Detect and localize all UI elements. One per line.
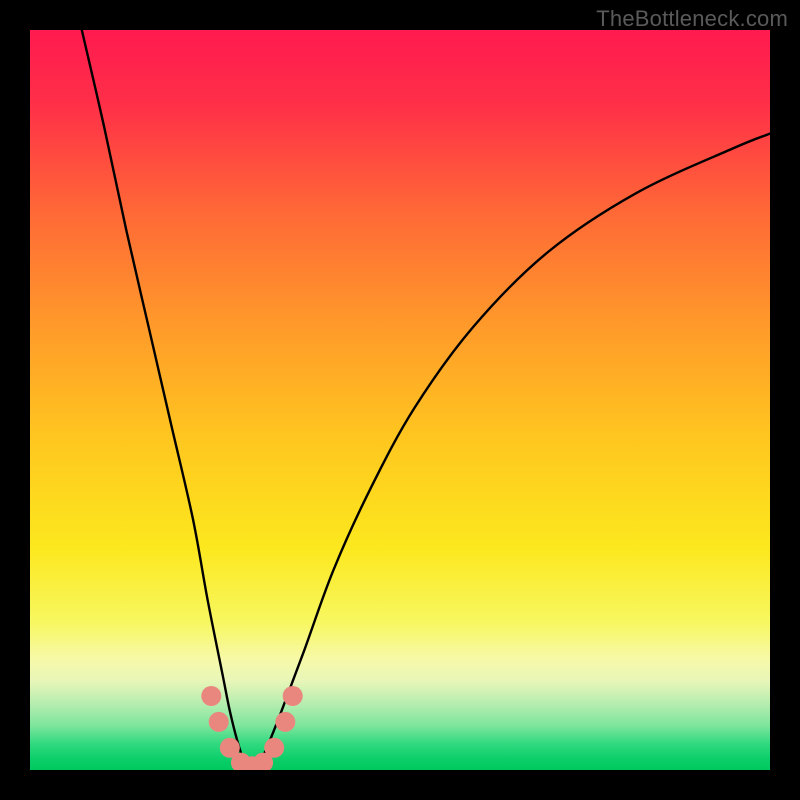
bottleneck-curve: [30, 30, 770, 770]
data-marker: [264, 738, 284, 758]
data-marker: [283, 686, 303, 706]
chart-frame: TheBottleneck.com: [0, 0, 800, 800]
data-marker: [275, 712, 295, 732]
data-marker: [201, 686, 221, 706]
data-marker: [209, 712, 229, 732]
plot-area: [30, 30, 770, 770]
watermark-text: TheBottleneck.com: [596, 6, 788, 32]
